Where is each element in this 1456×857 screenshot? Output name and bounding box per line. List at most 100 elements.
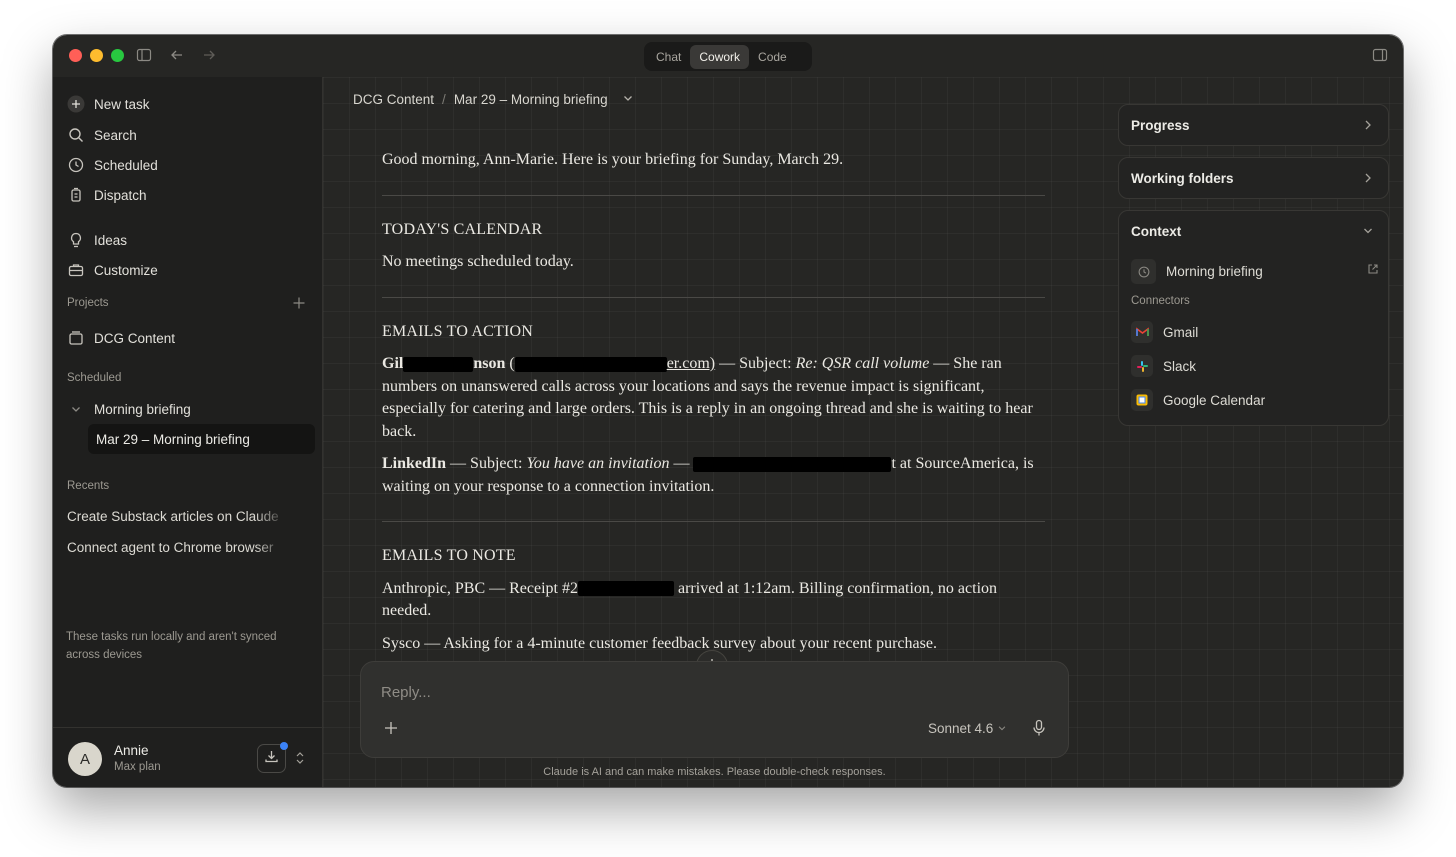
model-selector[interactable]: Sonnet 4.6 (928, 721, 1007, 736)
working-folders-label: Working folders (1131, 171, 1234, 186)
sidebar-item-new-task[interactable]: New task (67, 91, 150, 117)
notification-dot (280, 742, 288, 750)
app-window: Chat Cowork Code New task Search Schedul… (53, 35, 1403, 787)
sidebar-item-ideas[interactable]: Ideas (67, 227, 127, 253)
sidebar-item-search[interactable]: Search (67, 122, 137, 148)
zoom-window-button[interactable] (111, 49, 124, 62)
context-label[interactable]: Context (1131, 224, 1181, 239)
gmail-icon (1131, 321, 1153, 343)
close-window-button[interactable] (69, 49, 82, 62)
account-menu-chevron-icon[interactable] (295, 750, 305, 771)
subject: Re: QSR call volume (795, 355, 930, 372)
sidebar-item-label: Search (94, 127, 137, 143)
context-item-label: Morning briefing (1166, 264, 1263, 279)
sender-end: nson (473, 355, 506, 372)
mode-switcher: Chat Cowork Code (644, 42, 812, 71)
subject-prefix: — Subject: (446, 455, 527, 472)
sidebar-item-scheduled[interactable]: Scheduled (67, 152, 158, 178)
recent-item[interactable]: Connect agent to Chrome browser (67, 540, 287, 555)
forward-arrow-icon[interactable] (201, 47, 217, 68)
connector-label: Slack (1163, 358, 1197, 374)
sender: LinkedIn (382, 455, 447, 472)
ai-disclaimer: Claude is AI and can make mistakes. Plea… (543, 766, 886, 778)
user-plan: Max plan (114, 761, 161, 773)
action-email-1: Gil nson (er.com) — Subject: Re: QSR call… (382, 355, 1033, 440)
prefix: Anthropic, PBC — Receipt #2 (382, 579, 578, 597)
tab-chat[interactable]: Chat (647, 45, 690, 69)
action-email-2: LinkedIn — Subject: You have an invitati… (382, 453, 1045, 498)
title-bar: Chat Cowork Code (53, 35, 1403, 77)
redaction (693, 456, 892, 472)
recent-item[interactable]: Create Substack articles on Claude (67, 509, 287, 524)
sidebar-item-label: Mar 29 – Morning briefing (96, 431, 250, 447)
subject: You have an invitation (526, 455, 670, 472)
breadcrumb-project[interactable]: DCG Content (353, 92, 434, 107)
lightbulb-icon (67, 231, 85, 249)
subject-prefix: — Subject: (715, 355, 796, 372)
sidebar-item-label: Customize (94, 262, 158, 278)
action-heading: EMAILS TO ACTION (382, 322, 534, 340)
plus-icon (67, 95, 85, 113)
progress-card[interactable]: Progress (1118, 104, 1389, 146)
minimize-window-button[interactable] (90, 49, 103, 62)
sidebar-item-customize[interactable]: Customize (67, 257, 158, 283)
breadcrumb-page[interactable]: Mar 29 – Morning briefing (454, 92, 608, 107)
reply-input[interactable]: Reply... (381, 684, 431, 701)
tab-code[interactable]: Code (749, 45, 796, 69)
sidebar: New task Search Scheduled Dispatch Ideas… (53, 77, 323, 787)
chevron-down-icon[interactable] (1362, 224, 1374, 243)
dash: — (669, 455, 694, 472)
sidebar-item-dcg-content[interactable]: DCG Content (67, 325, 175, 351)
chevron-down-icon[interactable] (622, 92, 634, 107)
divider (382, 296, 1045, 298)
calendar-heading: TODAY'S CALENDAR (382, 220, 543, 238)
sidebar-item-label: Scheduled (94, 157, 158, 173)
sidebar-item-label: Morning briefing (94, 401, 191, 417)
sidebar-item-label: Ideas (94, 232, 128, 248)
folder-icon (67, 329, 85, 347)
recents-label: Recents (67, 480, 110, 492)
sender-start: Gil (382, 355, 404, 372)
scheduled-group-morning-briefing[interactable]: Morning briefing (67, 396, 191, 422)
connector-label: Gmail (1163, 324, 1199, 340)
email-link[interactable]: er.com) (667, 355, 715, 372)
projects-label: Projects (67, 297, 109, 309)
sidebar-item-dispatch[interactable]: Dispatch (67, 182, 147, 208)
microphone-icon[interactable] (1031, 719, 1047, 742)
download-icon (264, 749, 279, 769)
add-project-icon[interactable] (292, 296, 306, 315)
calendar-text: No meetings scheduled today. (382, 253, 574, 270)
connector-gmail[interactable]: Gmail (1131, 321, 1198, 343)
connector-google-calendar[interactable]: Google Calendar (1131, 389, 1265, 411)
briefcase-icon (67, 261, 85, 279)
model-label: Sonnet 4.6 (928, 721, 994, 736)
slack-icon (1131, 355, 1153, 377)
divider (382, 194, 1045, 196)
external-link-icon[interactable] (1367, 263, 1379, 278)
search-icon (67, 126, 85, 144)
body-mid: t at (891, 455, 912, 472)
avatar[interactable]: A (68, 742, 102, 776)
briefing-document: Good morning, Ann-Marie. Here is your br… (382, 145, 1045, 700)
sidebar-item-mar-29-briefing[interactable]: Mar 29 – Morning briefing (88, 424, 315, 454)
connector-slack[interactable]: Slack (1131, 355, 1196, 377)
connector-label: Google Calendar (1163, 392, 1266, 408)
tab-cowork[interactable]: Cowork (690, 44, 750, 69)
redaction (403, 356, 474, 372)
note-heading: EMAILS TO NOTE (382, 547, 516, 564)
sidebar-toggle-icon[interactable] (136, 47, 152, 68)
context-item-morning-briefing[interactable]: Morning briefing (1131, 259, 1379, 284)
right-panel-toggle-icon[interactable] (1372, 47, 1388, 68)
attach-plus-icon[interactable] (383, 720, 399, 741)
google-calendar-icon (1131, 389, 1153, 411)
local-tasks-note: These tasks run locally and aren't synce… (66, 631, 277, 661)
download-button[interactable] (257, 742, 288, 773)
user-name[interactable]: Annie (114, 743, 149, 758)
greeting: Good morning, Ann-Marie. Here is your br… (382, 151, 844, 168)
working-folders-card[interactable]: Working folders (1118, 157, 1389, 199)
reply-composer[interactable]: Reply... Sonnet 4.6 (360, 661, 1069, 758)
clock-icon (1131, 259, 1156, 284)
sidebar-item-label: New task (94, 96, 150, 112)
chevron-right-icon (1362, 118, 1374, 137)
back-arrow-icon[interactable] (169, 47, 185, 68)
